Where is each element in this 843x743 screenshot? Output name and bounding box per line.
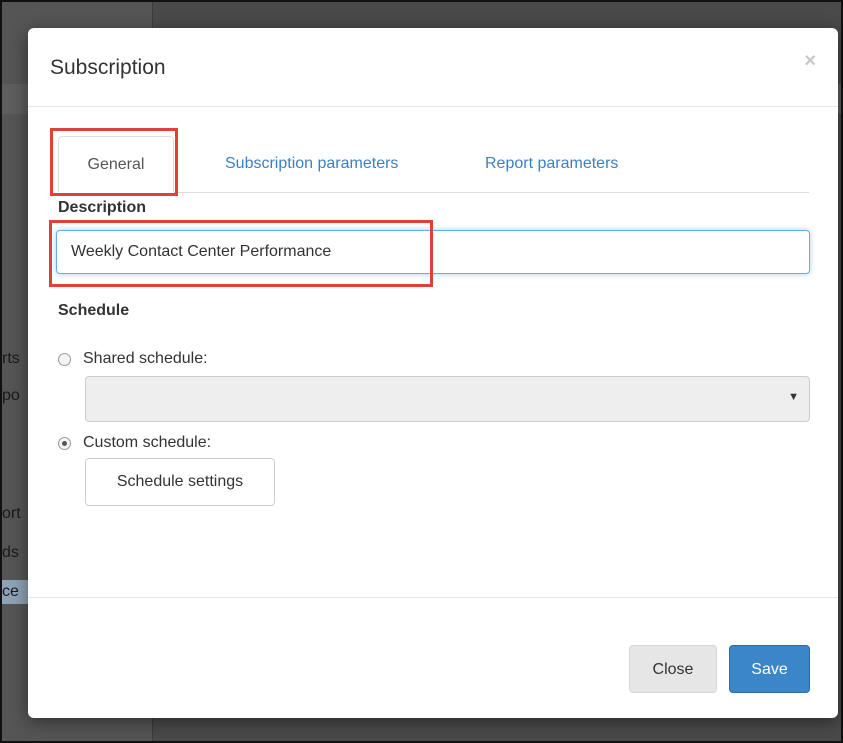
description-label: Description [58,199,147,216]
close-button[interactable]: Close [629,645,717,693]
schedule-settings-button[interactable]: Schedule settings [85,458,275,506]
description-input[interactable] [56,230,810,274]
shared-schedule-radio[interactable] [58,352,71,366]
save-button[interactable]: Save [729,645,810,693]
schedule-label: Schedule [58,302,130,319]
chevron-down-icon: ▼ [788,391,799,403]
tab-report-parameters[interactable]: Report parameters [485,136,618,192]
custom-schedule-label: Custom schedule: [83,434,212,451]
footer-divider [28,597,838,598]
shared-schedule-label: Shared schedule: [83,350,208,367]
custom-schedule-option[interactable]: Custom schedule: [58,434,211,452]
close-icon[interactable]: × [804,50,816,73]
shared-schedule-select[interactable]: ▼ [85,376,810,422]
shared-schedule-option[interactable]: Shared schedule: [58,350,208,368]
dialog-header: Subscription × [28,28,838,107]
tab-general[interactable]: General [58,136,174,193]
dialog-tabs: General Subscription parameters Report p… [58,136,809,193]
dialog-title: Subscription [50,56,166,79]
subscription-dialog: Subscription × General Subscription para… [28,28,838,718]
tab-subscription-parameters[interactable]: Subscription parameters [225,136,398,192]
custom-schedule-radio[interactable] [58,436,71,450]
